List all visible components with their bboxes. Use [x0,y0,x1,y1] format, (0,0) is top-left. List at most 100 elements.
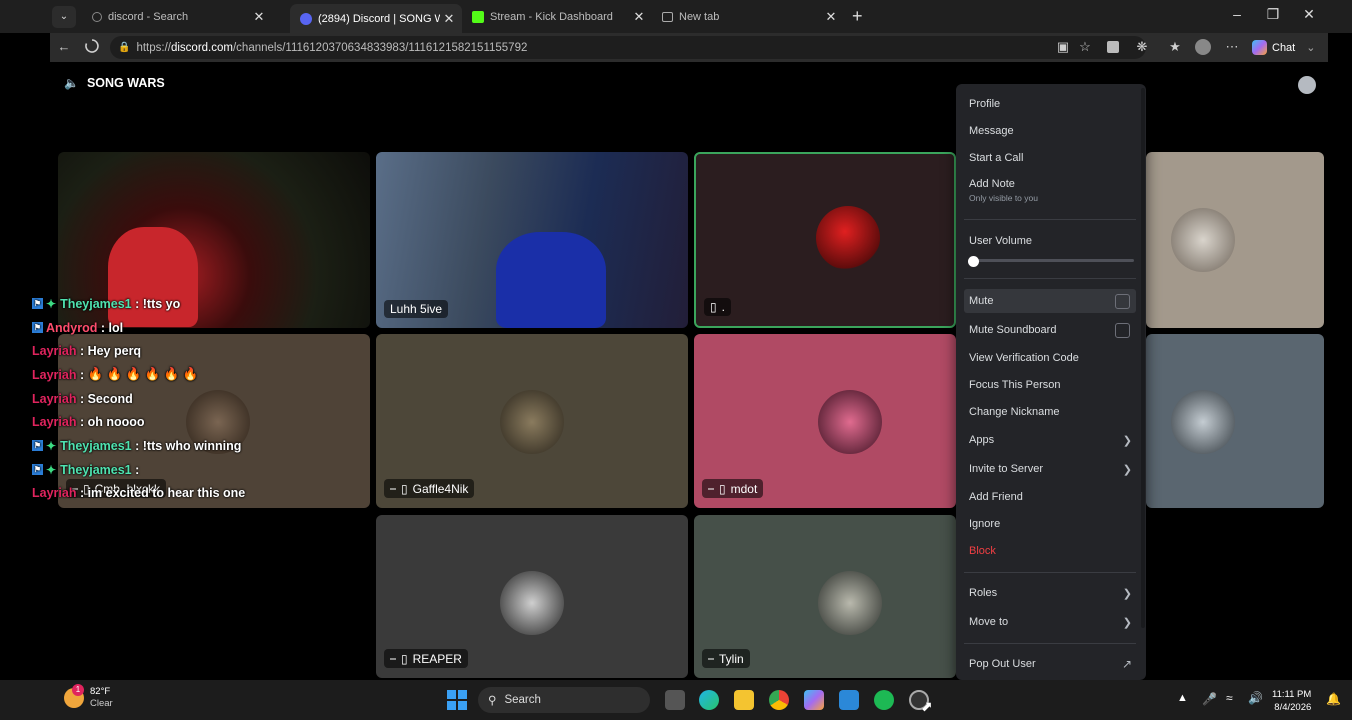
sub-badge-icon: ⚑ [32,322,43,334]
extensions-puzzle-icon[interactable]: ❋ [1134,39,1150,55]
menu-item-apps[interactable]: Apps ❯ [964,432,1136,448]
chat-text: !tts who winning [142,438,242,453]
menu-item-message[interactable]: Message [964,123,1136,139]
volume-icon[interactable]: 🔊 [1248,691,1263,705]
participant-nametag: ▯ . [704,298,731,316]
copilot-chat-button[interactable]: Chat ⌄ [1252,38,1315,57]
menu-item-block[interactable]: Block [964,543,1136,559]
menu-item-invite-to-server[interactable]: Invite to Server ❯ [964,461,1136,477]
tab-title: (2894) Discord | SONG WARS [318,12,440,25]
tab-discord-search[interactable]: discord - Search ✕ [82,4,272,30]
microsoft-store-icon[interactable] [839,690,859,710]
video-tile[interactable]: ⎯ ▯ mdot [694,334,956,508]
new-tab-button[interactable]: + [852,6,863,27]
video-tile[interactable]: ⎯ ▯ REAPER [376,515,688,678]
video-tile[interactable]: Luhh 5ive [376,152,688,328]
user-context-menu: Profile Message Start a Call Add Note On… [956,84,1146,680]
start-button[interactable] [447,690,467,710]
menu-label: Add Note [969,178,1015,190]
menu-item-change-nickname[interactable]: Change Nickname [964,404,1136,420]
tab-kick-dashboard[interactable]: Stream - Kick Dashboard ✕ [462,4,652,30]
taskbar-search-box[interactable]: ⚲ Search [478,687,650,713]
video-tile-speaking[interactable]: ▯ . [694,152,956,328]
close-tab-icon[interactable]: ✕ [822,9,840,25]
chat-username: Layriah [32,344,77,359]
close-tab-icon[interactable]: ✕ [440,11,458,27]
participant-avatar [1171,390,1235,454]
menu-item-add-friend[interactable]: Add Friend [964,489,1136,505]
microphone-icon[interactable]: 🎤 [1202,692,1217,706]
tab-new-tab[interactable]: New tab ✕ [652,4,844,30]
menu-item-view-verification-code[interactable]: View Verification Code [964,350,1136,366]
chat-separator: : [76,486,88,501]
camera-permission-icon[interactable]: ▣ [1055,39,1071,55]
video-tile[interactable] [1146,334,1324,508]
chat-separator: : [76,367,88,382]
favorite-star-icon[interactable]: ☆ [1077,39,1093,55]
menu-item-add-note[interactable]: Add Note Only visible to you [964,178,1136,208]
chat-username: Theyjames1 [60,438,132,453]
profile-avatar-icon[interactable] [1195,39,1211,55]
tab-actions-button[interactable]: ⌄ [52,6,76,28]
menu-scrollbar[interactable] [1141,88,1145,628]
menu-item-focus-person[interactable]: Focus This Person [964,377,1136,393]
restore-icon[interactable]: ❐ [1255,6,1291,23]
tab-title: discord - Search [108,11,189,23]
notification-bell-icon[interactable]: 🔔 [1326,692,1341,706]
chevron-down-icon: ⌄ [1306,42,1316,54]
menu-item-start-call[interactable]: Start a Call [964,150,1136,166]
weather-badge: 1 [72,684,84,696]
video-tile[interactable]: ⎯ ▯ Gaffle4Nik [376,334,688,508]
mobile-icon: ▯ [401,481,408,496]
activity-icon[interactable] [1298,76,1316,94]
menu-item-pop-out-user[interactable]: Pop Out User ↗ [964,656,1136,672]
participant-nametag: ⎯ ▯ mdot [702,479,764,498]
chat-username: Theyjames1 [60,462,132,477]
minimize-icon[interactable]: – [1219,6,1255,22]
mute-checkbox[interactable] [1115,293,1130,309]
menu-label: Block [969,545,996,557]
mute-soundboard-checkbox[interactable] [1115,322,1130,338]
task-view-icon[interactable] [665,690,685,710]
edge-icon[interactable] [699,690,719,710]
chrome-icon[interactable] [769,690,789,710]
discord-icon [300,12,312,25]
lock-icon[interactable]: 🔒 [118,42,130,53]
extension-icon[interactable] [1105,39,1121,55]
close-window-icon[interactable]: ✕ [1291,6,1327,23]
participant-name: REAPER [412,651,462,666]
menu-item-ignore[interactable]: Ignore [964,516,1136,532]
copilot-app-icon[interactable] [804,690,824,710]
weather-widget[interactable]: 1 82°F Clear [64,684,113,710]
show-hidden-icons[interactable]: ▲ [1177,692,1188,704]
back-icon[interactable]: ← [56,39,72,55]
chat-username: Layriah [32,391,77,406]
menu-item-mute-soundboard[interactable]: Mute Soundboard [964,322,1136,338]
url-scheme: https:// [136,41,171,54]
clock[interactable]: 11:11 PM 8/4/2026 [1272,688,1311,714]
close-tab-icon[interactable]: ✕ [630,9,648,25]
kick-icon [472,11,484,23]
menu-item-profile[interactable]: Profile [964,96,1136,112]
close-tab-icon[interactable]: ✕ [250,9,268,25]
chevron-right-icon: ❯ [1122,463,1132,476]
chevron-right-icon: ❯ [1122,434,1132,447]
address-bar[interactable]: 🔒 https://discord.com/channels/111612037… [110,36,1146,59]
participant-name: Gaffle4Nik [412,481,469,496]
video-tile[interactable] [1146,152,1324,328]
favorites-icon[interactable]: ★ [1167,39,1183,55]
slider-handle[interactable] [968,256,979,267]
more-menu-icon[interactable]: ⋯ [1224,39,1240,55]
tab-discord[interactable]: (2894) Discord | SONG WARS ✕ [290,4,462,33]
chat-separator: : [131,462,143,477]
file-explorer-icon[interactable] [734,690,754,710]
spotify-icon[interactable] [874,690,894,710]
loading-icon[interactable] [84,39,100,55]
video-tile[interactable]: ⎯ Tylin [694,515,956,678]
wifi-icon[interactable]: ≈ [1226,691,1233,705]
menu-item-roles[interactable]: Roles ❯ [964,585,1136,601]
menu-label: Profile [969,98,1001,110]
menu-item-move-to[interactable]: Move to ❯ [964,614,1136,630]
menu-item-mute[interactable]: Mute [964,289,1136,313]
chat-text: 🔥 🔥 🔥 🔥 🔥 🔥 [87,367,199,382]
